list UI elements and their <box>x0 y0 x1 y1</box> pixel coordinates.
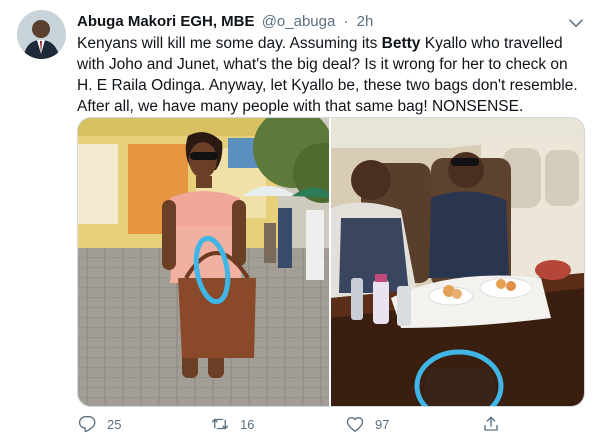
tweet-header: Abuga Makori EGH, MBE @o_abuga · 2h <box>77 12 580 32</box>
author-name[interactable]: Abuga Makori EGH, MBE <box>77 13 255 30</box>
tweet[interactable]: Abuga Makori EGH, MBE @o_abuga · 2h Keny… <box>0 0 600 443</box>
retweet-count: 16 <box>240 416 255 432</box>
reply-count: 25 <box>107 416 122 432</box>
separator-dot: · <box>343 13 349 30</box>
chevron-down-icon <box>568 19 584 28</box>
tweet-text-part-1: Kenyans will kill me some day. Assuming … <box>77 35 382 52</box>
share-icon <box>481 414 501 434</box>
retweet-button[interactable]: 16 <box>210 411 254 437</box>
retweet-icon <box>210 414 230 434</box>
reply-icon <box>77 414 97 434</box>
heart-icon <box>345 414 365 434</box>
share-button[interactable] <box>481 411 501 437</box>
avatar-image <box>17 10 66 59</box>
photo-plane-interior[interactable] <box>331 118 584 406</box>
tweet-text-bold: Betty <box>381 35 421 52</box>
tweet-timestamp[interactable]: 2h <box>357 13 374 30</box>
like-button[interactable]: 97 <box>345 411 389 437</box>
more-options-button[interactable] <box>566 13 586 33</box>
photo-woman-image <box>78 118 329 406</box>
like-count: 97 <box>375 416 390 432</box>
photo-plane-image <box>331 118 584 406</box>
avatar[interactable] <box>17 10 66 59</box>
tweet-actions: 25 16 97 <box>77 411 585 437</box>
reply-button[interactable]: 25 <box>77 411 121 437</box>
photo-woman-with-bag[interactable] <box>78 118 331 406</box>
tweet-text: Kenyans will kill me some day. Assuming … <box>77 33 583 117</box>
author-handle[interactable]: @o_abuga <box>262 13 336 30</box>
tweet-media <box>77 117 585 407</box>
